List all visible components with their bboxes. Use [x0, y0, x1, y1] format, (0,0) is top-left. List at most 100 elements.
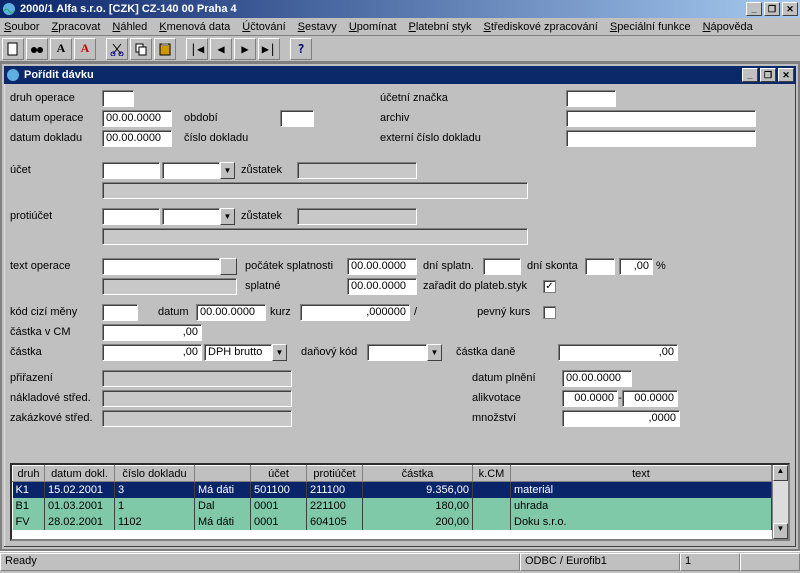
protiucet-sub-input[interactable] — [162, 208, 220, 225]
ucet-dropdown[interactable]: ▼ — [220, 162, 235, 179]
label-dni-skonta: dní skonta — [527, 260, 585, 272]
next-icon[interactable]: ▶ — [234, 38, 256, 60]
castka-cm-input[interactable] — [102, 324, 202, 341]
menu-kmenova[interactable]: Kmenová data — [159, 21, 230, 33]
menu-specialni[interactable]: Speciální funkce — [610, 21, 691, 33]
pocatek-spl-input[interactable] — [347, 258, 417, 275]
label-dni-splatn: dní splatn. — [423, 260, 483, 272]
menu-sestavy[interactable]: Sestavy — [298, 21, 337, 33]
protiucet-input[interactable] — [102, 208, 160, 225]
protiucet-dropdown[interactable]: ▼ — [220, 208, 235, 225]
toolbar: A A |◀ ◀ ▶ ▶| ? — [0, 36, 800, 62]
text-operace-display — [102, 278, 237, 295]
splatne-input[interactable] — [347, 278, 417, 295]
ucet-sub-input[interactable] — [162, 162, 220, 179]
menu-napoveda[interactable]: Nápověda — [703, 21, 753, 33]
prev-icon[interactable]: ◀ — [210, 38, 232, 60]
castka-input[interactable] — [102, 344, 202, 361]
col-castka[interactable]: částka — [363, 466, 473, 482]
col-ucet[interactable]: účet — [251, 466, 307, 482]
datum-plneni-input[interactable] — [562, 370, 632, 387]
text-bold-icon[interactable]: A — [50, 38, 72, 60]
externi-cislo-input[interactable] — [566, 130, 756, 147]
obdobi-input[interactable] — [280, 110, 314, 127]
label-prirazeni: přiřazení — [10, 372, 102, 384]
child-titlebar: Pořídit dávku _ ❐ ✕ — [4, 66, 796, 84]
druh-operace-input[interactable] — [102, 90, 134, 107]
menu-upominat[interactable]: Upomínat — [349, 21, 397, 33]
table-row[interactable]: B101.03.20011Dal0001221100180,00uhrada — [13, 498, 772, 514]
new-icon[interactable] — [2, 38, 24, 60]
skonto-pct-input[interactable] — [619, 258, 653, 275]
label-mnozstvi: množství — [472, 412, 562, 424]
menu-uctovani[interactable]: Účtování — [242, 21, 285, 33]
zakaz-stred-display — [102, 410, 292, 427]
col-text[interactable]: text — [511, 466, 772, 482]
status-mid: ODBC / Eurofib1 — [520, 553, 680, 571]
text-operace-button[interactable] — [220, 258, 237, 275]
protiucet-name-display — [102, 228, 528, 245]
dni-splatn-input[interactable] — [483, 258, 521, 275]
menu-strediskove[interactable]: Střediskové zpracování — [484, 21, 598, 33]
first-icon[interactable]: |◀ — [186, 38, 208, 60]
text-operace-input[interactable] — [102, 258, 220, 275]
menu-platebni[interactable]: Platební styk — [409, 21, 472, 33]
archiv-input[interactable] — [566, 110, 756, 127]
ucet-input[interactable] — [102, 162, 160, 179]
naklad-stred-display — [102, 390, 292, 407]
datum-operace-input[interactable] — [102, 110, 172, 127]
paste-icon[interactable] — [154, 38, 176, 60]
label-datum-operace: datum operace — [10, 112, 102, 124]
table-row[interactable]: K115.02.20013Má dáti5011002111009.356,00… — [13, 482, 772, 498]
datum-dokladu-input[interactable] — [102, 130, 172, 147]
col-md[interactable] — [195, 466, 251, 482]
minimize-button[interactable]: _ — [746, 2, 762, 16]
datum-meny-input[interactable] — [196, 304, 266, 321]
last-icon[interactable]: ▶| — [258, 38, 280, 60]
alikv-from-input[interactable] — [562, 390, 618, 407]
label-splatne: splatné — [245, 280, 347, 292]
menu-nahled[interactable]: Náhled — [112, 21, 147, 33]
label-zakaz-stred: zakázkové střed. — [10, 412, 102, 424]
binoculars-icon[interactable] — [26, 38, 48, 60]
col-cislo[interactable]: číslo dokladu — [115, 466, 195, 482]
pevny-kurs-checkbox[interactable] — [543, 306, 556, 319]
cut-icon[interactable] — [106, 38, 128, 60]
grid-scrollbar[interactable]: ▲ ▼ — [772, 465, 788, 539]
label-externi-cislo: externí číslo dokladu — [380, 132, 510, 144]
danovy-kod-dropdown[interactable]: ▼ — [427, 344, 442, 361]
col-datum[interactable]: datum dokl. — [45, 466, 115, 482]
copy-icon[interactable] — [130, 38, 152, 60]
menu-zpracovat[interactable]: Zpracovat — [51, 21, 100, 33]
scroll-up-icon[interactable]: ▲ — [773, 465, 788, 481]
help-icon[interactable]: ? — [290, 38, 312, 60]
child-minimize-button[interactable]: _ — [742, 68, 758, 82]
kod-meny-input[interactable] — [102, 304, 138, 321]
danovy-kod-input[interactable] — [367, 344, 427, 361]
text-color-icon[interactable]: A — [74, 38, 96, 60]
dph-select[interactable] — [204, 344, 272, 361]
castka-dane-input[interactable] — [558, 344, 678, 361]
zaradit-checkbox[interactable]: ✓ — [543, 280, 556, 293]
col-druh[interactable]: druh — [13, 466, 45, 482]
col-kcm[interactable]: k.CM — [473, 466, 511, 482]
close-button[interactable]: ✕ — [782, 2, 798, 16]
col-protiucet[interactable]: protiúčet — [307, 466, 363, 482]
alikv-to-input[interactable] — [622, 390, 678, 407]
table-row[interactable]: FV28.02.20011102Má dáti0001604105200,00D… — [13, 514, 772, 530]
label-percent: % — [656, 260, 666, 272]
maximize-button[interactable]: ❐ — [764, 2, 780, 16]
dni-skonta-input[interactable] — [585, 258, 615, 275]
ucetni-znacka-input[interactable] — [566, 90, 616, 107]
mnozstvi-input[interactable] — [562, 410, 680, 427]
dph-dropdown[interactable]: ▼ — [272, 344, 287, 361]
kurz-input[interactable] — [300, 304, 410, 321]
scroll-down-icon[interactable]: ▼ — [773, 523, 788, 539]
transactions-grid[interactable]: druh datum dokl. číslo dokladu účet prot… — [10, 463, 790, 541]
main-titlebar: 2000/1 Alfa s.r.o. [CZK] CZ-140 00 Praha… — [0, 0, 800, 18]
label-ucetni-znacka: účetní značka — [380, 92, 490, 104]
zustatek1-display — [297, 162, 417, 179]
child-maximize-button[interactable]: ❐ — [760, 68, 776, 82]
child-close-button[interactable]: ✕ — [778, 68, 794, 82]
menu-soubor[interactable]: Soubor — [4, 21, 39, 33]
